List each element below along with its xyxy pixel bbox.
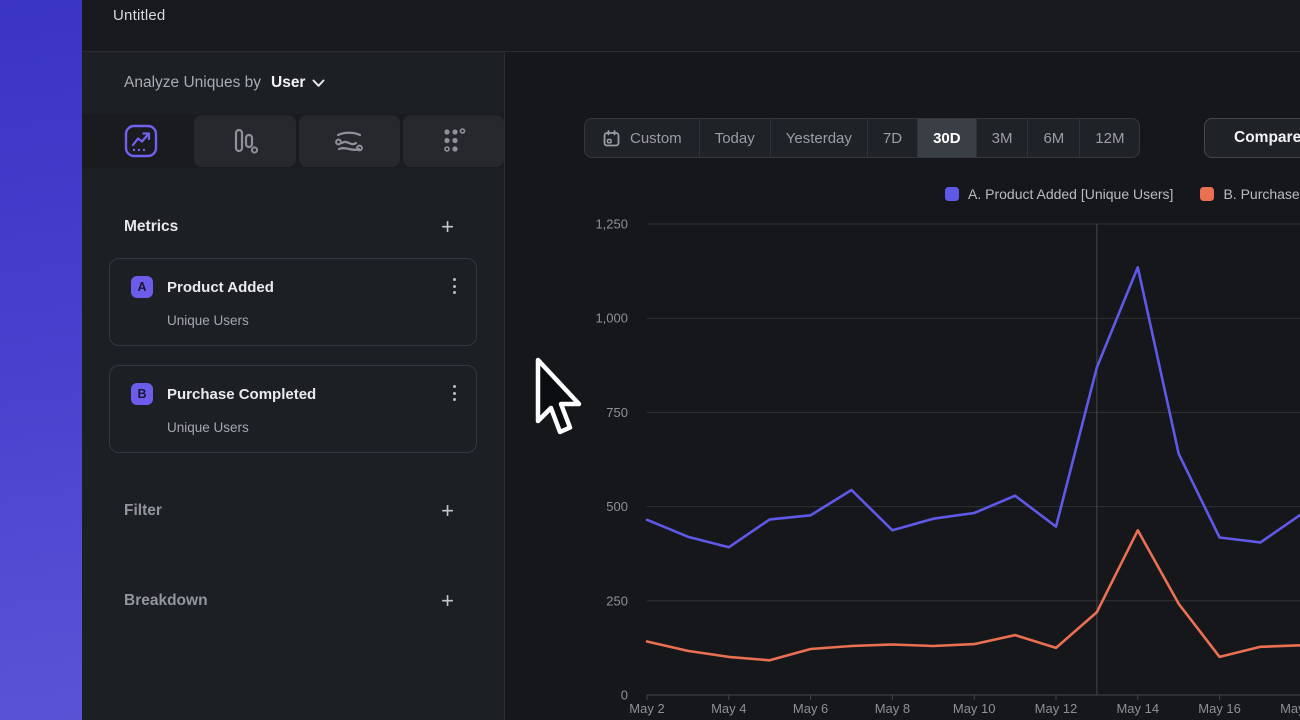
x-axis-tick-label: May 2 (629, 701, 664, 716)
legend-label: A. Product Added [Unique Users] (968, 186, 1173, 202)
filter-section: Filter + (82, 496, 504, 526)
analyze-by-label: Analyze Uniques by (124, 74, 261, 92)
calendar-icon (602, 129, 621, 148)
line-chart-icon (124, 124, 158, 158)
metric-list: A Product Added Unique Users B Purchase Comp… (109, 258, 477, 472)
x-axis-tick-label: May 12 (1035, 701, 1078, 716)
bar-chart-icon (227, 124, 263, 158)
filter-label: Filter (124, 502, 162, 520)
range-button-7d[interactable]: 7D (867, 119, 917, 157)
y-axis-tick-label: 250 (606, 593, 628, 608)
metrics-header: Metrics + (82, 212, 504, 242)
add-breakdown-button[interactable]: + (440, 594, 455, 608)
range-button-yesterday[interactable]: Yesterday (770, 119, 867, 157)
top-bar: Untitled (82, 0, 1300, 52)
tab-stream-chart[interactable] (299, 115, 400, 167)
legend-swatch (1200, 187, 1214, 201)
x-axis-tick-label: May 14 (1116, 701, 1159, 716)
tab-bar-chart[interactable] (194, 115, 295, 167)
chevron-down-icon[interactable] (312, 79, 325, 88)
analyze-by-row: Analyze Uniques by User (82, 52, 504, 114)
x-axis-tick-label: May 8 (875, 701, 910, 716)
compare-button[interactable]: Compare (1204, 118, 1300, 158)
metric-name: Product Added (167, 279, 274, 296)
y-axis-tick-label: 750 (606, 405, 628, 420)
y-axis-tick-label: 0 (621, 688, 628, 703)
tab-line-chart[interactable] (90, 115, 191, 167)
metric-card-product-added[interactable]: A Product Added Unique Users (109, 258, 477, 346)
chart-panel: 0 250 500 750 1,000 1,250 May 2 May 4 May 6 May 8… (505, 52, 1300, 720)
legend-item-a[interactable]: A. Product Added [Unique Users] (945, 184, 1173, 204)
metric-badge-a: A (131, 276, 153, 298)
kebab-menu-icon[interactable] (453, 385, 456, 401)
range-button-12m[interactable]: 12M (1079, 119, 1139, 157)
add-metric-button[interactable]: + (440, 220, 455, 234)
metric-measure[interactable]: Unique Users (167, 313, 249, 328)
mouse-cursor-icon (533, 356, 583, 444)
y-axis-tick-label: 1,250 (595, 217, 628, 232)
metric-name: Purchase Completed (167, 386, 316, 403)
kebab-menu-icon[interactable] (453, 278, 456, 294)
metric-measure[interactable]: Unique Users (167, 420, 249, 435)
x-axis-tick-label: May 4 (711, 701, 746, 716)
series-line-a (647, 267, 1300, 547)
legend-label: B. Purchase Completed [Unique Users] (1223, 186, 1300, 202)
metric-badge-b: B (131, 383, 153, 405)
add-filter-button[interactable]: + (440, 504, 455, 518)
screenshot-stage: Untitled Analyze Uniques by User (0, 0, 1300, 720)
range-button-today[interactable]: Today (699, 119, 770, 157)
y-axis-tick-label: 500 (606, 499, 628, 514)
analyze-by-value-dropdown[interactable]: User (271, 74, 305, 92)
legend-swatch (945, 187, 959, 201)
range-button-3m[interactable]: 3M (976, 119, 1028, 157)
breakdown-section: Breakdown + (82, 586, 504, 616)
report-title[interactable]: Untitled (113, 7, 165, 24)
x-axis-tick-label: May 6 (793, 701, 828, 716)
x-axis-tick-label: May 10 (953, 701, 996, 716)
stream-chart-icon (330, 124, 368, 158)
x-axis-tick-label: May 16 (1198, 701, 1241, 716)
metric-card-purchase-completed[interactable]: B Purchase Completed Unique Users (109, 365, 477, 453)
range-button-custom[interactable]: Custom (585, 119, 699, 157)
breakdown-label: Breakdown (124, 592, 208, 610)
y-axis-tick-label: 1,000 (595, 311, 628, 326)
tab-grid-dots[interactable] (403, 115, 504, 167)
chart-legend: A. Product Added [Unique Users] B. Purcha… (945, 184, 1300, 204)
chart-type-tabs (82, 114, 504, 168)
grid-dots-icon (435, 124, 471, 158)
metrics-title: Metrics (124, 218, 178, 236)
background-gradient-strip (0, 0, 82, 720)
legend-item-b[interactable]: B. Purchase Completed [Unique Users] (1200, 184, 1300, 204)
analytics-app-window: Untitled Analyze Uniques by User (82, 0, 1300, 720)
query-sidebar: Analyze Uniques by User (82, 52, 505, 720)
series-line-b (647, 530, 1300, 660)
range-button-6m[interactable]: 6M (1027, 119, 1079, 157)
x-axis-tick-label: May 18 (1280, 701, 1300, 716)
range-button-30d[interactable]: 30D (917, 119, 976, 157)
date-range-selector: CustomTodayYesterday7D30D3M6M12M (584, 118, 1140, 158)
